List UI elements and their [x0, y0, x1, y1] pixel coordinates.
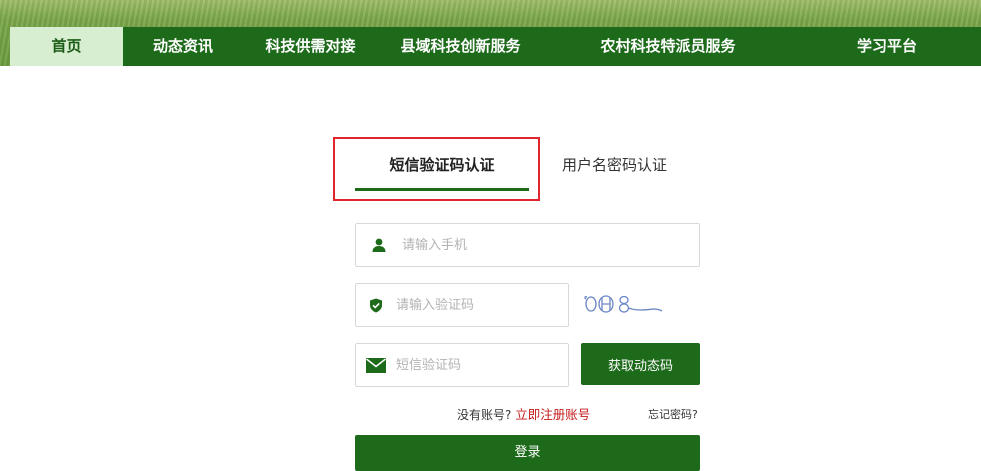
register-link[interactable]: 立即注册账号: [515, 407, 590, 422]
sms-code-input[interactable]: [396, 344, 568, 386]
main-nav: 首页 动态资讯 科技供需对接 县域科技创新服务 农村科技特派员服务 学习平台: [10, 27, 981, 66]
get-code-button[interactable]: 获取动态码: [581, 343, 700, 385]
nav-item-learning[interactable]: 学习平台: [793, 27, 981, 66]
tab-underline: [355, 188, 529, 191]
verify-code-input[interactable]: [396, 284, 568, 326]
phone-field: [355, 223, 700, 267]
nav-item-rural-commissioner[interactable]: 农村科技特派员服务: [543, 27, 793, 66]
verify-code-field: [355, 283, 569, 327]
nav-item-news[interactable]: 动态资讯: [123, 27, 243, 66]
register-prompt: 没有账号? 立即注册账号: [457, 404, 590, 423]
nav-item-supply-demand[interactable]: 科技供需对接: [243, 27, 378, 66]
nav-item-home[interactable]: 首页: [10, 27, 123, 66]
user-icon: [356, 238, 402, 252]
sms-code-field: [355, 343, 569, 387]
captcha-image[interactable]: [582, 288, 668, 322]
envelope-icon: [356, 357, 396, 373]
shield-icon: [356, 298, 396, 313]
tab-password-login[interactable]: 用户名密码认证: [562, 152, 667, 178]
forgot-password-link[interactable]: 忘记密码?: [648, 406, 698, 422]
nav-item-county-innovation[interactable]: 县域科技创新服务: [378, 27, 543, 66]
tab-sms-login[interactable]: 短信验证码认证: [355, 152, 529, 190]
login-button[interactable]: 登录: [355, 435, 700, 471]
phone-input[interactable]: [402, 224, 699, 266]
no-account-text: 没有账号?: [457, 408, 512, 422]
